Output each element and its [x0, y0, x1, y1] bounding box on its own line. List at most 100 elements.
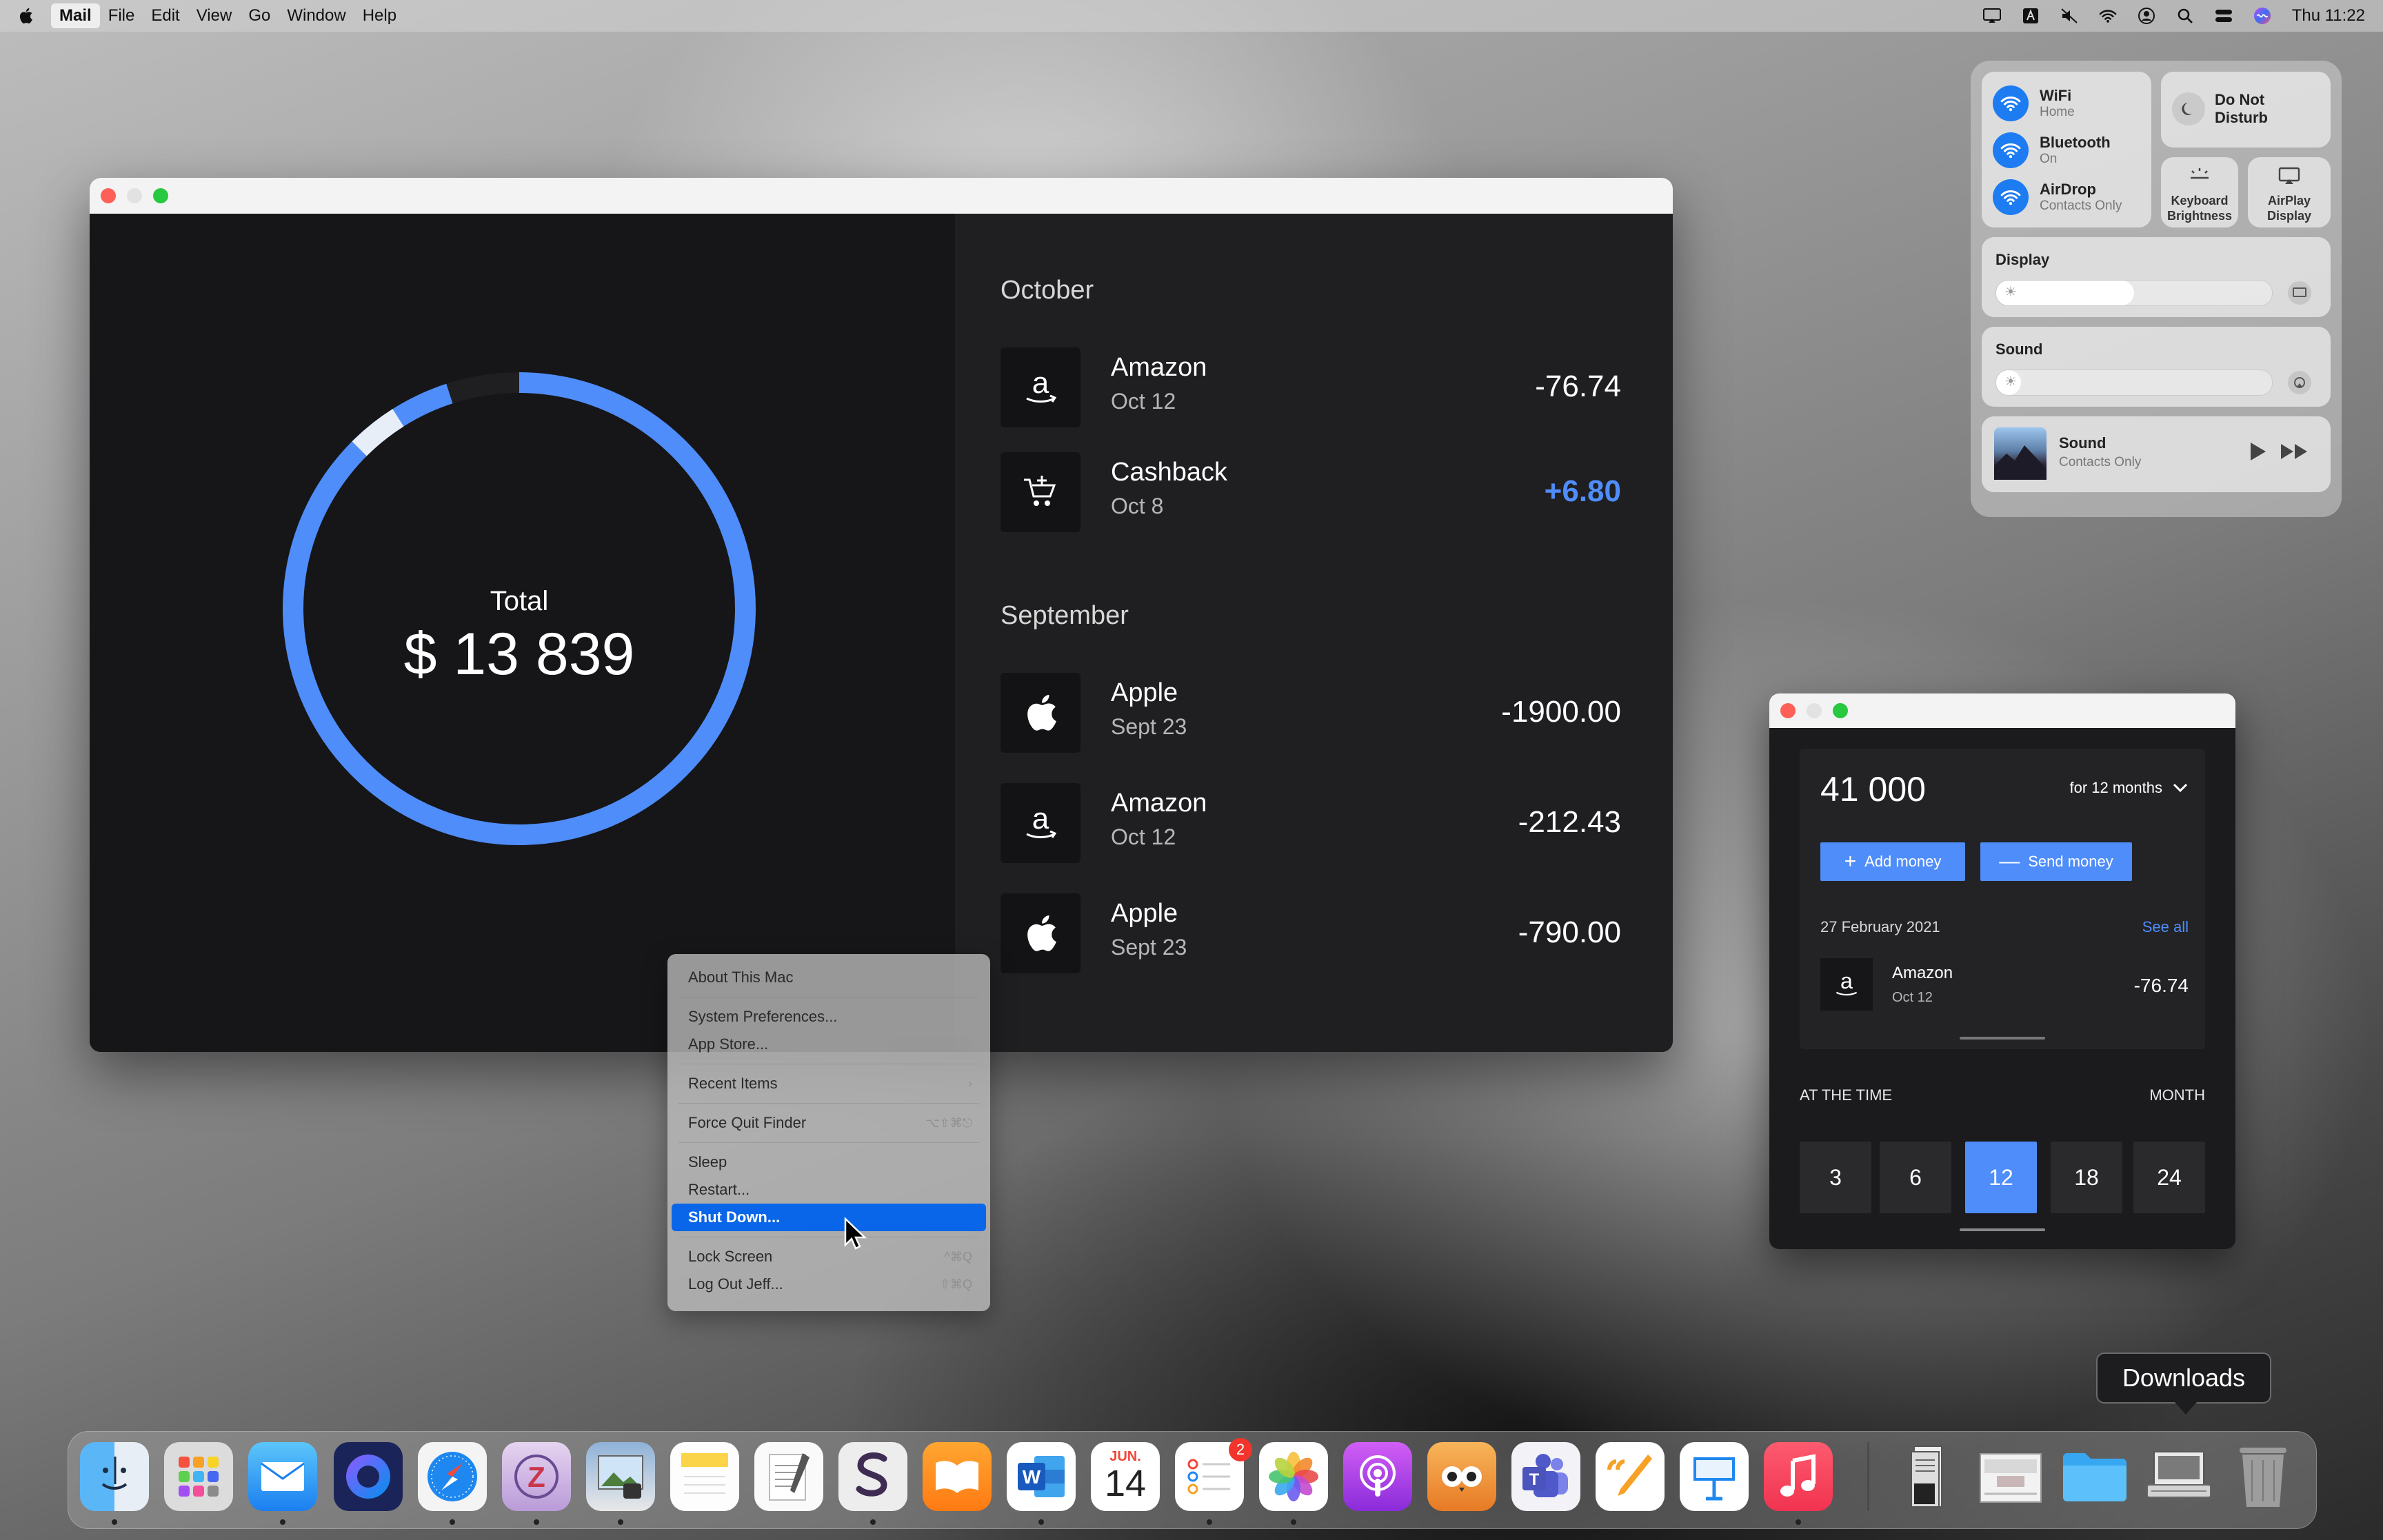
updates-pill: [889, 1037, 972, 1052]
minimize-button[interactable]: [1807, 703, 1822, 718]
months-option-6[interactable]: 6: [1880, 1142, 1951, 1213]
zotero-icon[interactable]: Z: [502, 1442, 571, 1511]
menu-item-shut-down[interactable]: Shut Down...: [672, 1204, 986, 1231]
apple-menu-icon[interactable]: [18, 7, 33, 25]
display-settings-icon[interactable]: [2288, 281, 2311, 305]
scrivener-icon[interactable]: [838, 1442, 907, 1511]
sun-icon: ☀: [2004, 285, 2017, 300]
add-money-button[interactable]: + Add money: [1820, 842, 1965, 881]
transaction-row[interactable]: Cashback Oct 8 +6.80: [1001, 452, 1621, 532]
podcasts-icon[interactable]: [1343, 1442, 1412, 1511]
clock[interactable]: Thu 11:22: [2292, 6, 2365, 26]
safari-icon[interactable]: [418, 1442, 487, 1511]
zoom-button[interactable]: [1833, 703, 1848, 718]
menu-item-system-preferences[interactable]: System Preferences...: [672, 1003, 986, 1031]
menu-view[interactable]: View: [188, 3, 241, 28]
siri-icon[interactable]: [2253, 7, 2271, 25]
photos-icon[interactable]: [1259, 1442, 1328, 1511]
widget-tx-name: Amazon: [1892, 964, 1953, 982]
mail-icon[interactable]: [248, 1442, 317, 1511]
transaction-row[interactable]: Apple Sept 23 -1900.00: [1001, 673, 1621, 753]
teams-icon[interactable]: T: [1511, 1442, 1580, 1511]
input-source-icon[interactable]: [2022, 7, 2040, 25]
books-icon[interactable]: [923, 1442, 992, 1511]
widget-tx-date: Oct 12: [1892, 990, 1933, 1005]
play-icon[interactable]: [2249, 441, 2267, 465]
keynote-icon[interactable]: [1680, 1442, 1749, 1511]
see-all-link[interactable]: See all: [2142, 918, 2189, 936]
do-not-disturb-tile[interactable]: Do Not Disturb: [2161, 72, 2331, 148]
period-select[interactable]: for 12 months: [2069, 779, 2189, 797]
close-button[interactable]: [101, 188, 116, 203]
menu-mail[interactable]: Mail: [51, 3, 100, 28]
word-icon[interactable]: W: [1007, 1442, 1076, 1511]
preview-icon[interactable]: [586, 1442, 655, 1511]
menu-item-log-out[interactable]: Log Out Jeff... ⇧⌘Q: [672, 1270, 986, 1298]
keyboard-brightness-tile[interactable]: Keyboard Brightness: [2161, 157, 2238, 227]
zoom-button[interactable]: [153, 188, 168, 203]
transaction-name: Amazon: [1111, 353, 1207, 382]
menu-item-restart[interactable]: Restart...: [672, 1176, 986, 1204]
screen-mirror-icon[interactable]: [1982, 7, 2001, 25]
months-option-3[interactable]: 3: [1800, 1142, 1871, 1213]
months-option-24[interactable]: 24: [2133, 1142, 2205, 1213]
firefox-icon[interactable]: [334, 1442, 403, 1511]
airplay-display-tile[interactable]: AirPlay Display: [2248, 157, 2331, 227]
trash-icon[interactable]: [2229, 1442, 2297, 1511]
wifi-subtitle: Home: [2040, 105, 2075, 119]
calendar-icon[interactable]: JUN. 14: [1091, 1442, 1160, 1511]
months-option-18[interactable]: 18: [2051, 1142, 2122, 1213]
bluetooth-toggle[interactable]: Bluetooth On: [1993, 132, 2111, 168]
menu-help[interactable]: Help: [354, 3, 405, 28]
svg-text:a: a: [1032, 367, 1049, 400]
transaction-name: Amazon: [1111, 789, 1207, 818]
svg-text:a: a: [1840, 969, 1853, 993]
menu-item-about[interactable]: About This Mac: [672, 964, 986, 991]
menu-item-lock-screen[interactable]: Lock Screen ^⌘Q: [672, 1243, 986, 1270]
menu-item-force-quit[interactable]: Force Quit Finder ⌥⇧⌘⎋: [672, 1109, 986, 1137]
bluetooth-subtitle: On: [2040, 152, 2058, 166]
transaction-amount: -76.74: [1535, 369, 1621, 403]
menu-item-recent-items[interactable]: Recent Items ›: [672, 1070, 986, 1097]
mute-icon[interactable]: [2060, 7, 2078, 25]
close-button[interactable]: [1780, 703, 1796, 718]
documents-stack-icon[interactable]: [1892, 1442, 1961, 1511]
transaction-row[interactable]: a Amazon Oct 12 -76.74: [1001, 347, 1621, 427]
transaction-date: Oct 12: [1111, 389, 1176, 414]
send-money-button[interactable]: — Send money: [1980, 842, 2132, 881]
pages-icon[interactable]: [1596, 1442, 1665, 1511]
finder-icon[interactable]: [80, 1442, 149, 1511]
transaction-row[interactable]: Apple Sept 23 -790.00: [1001, 893, 1621, 973]
airdrop-subtitle: Contacts Only: [2040, 199, 2122, 213]
fast-forward-icon[interactable]: [2280, 443, 2309, 464]
night-owl-icon[interactable]: [1427, 1442, 1496, 1511]
menu-item-sleep[interactable]: Sleep: [672, 1148, 986, 1176]
downloads-stack-icon[interactable]: [2144, 1442, 2213, 1511]
control-center-icon[interactable]: [2215, 7, 2233, 25]
chevron-right-icon: ›: [968, 1077, 972, 1091]
screenshots-stack-icon[interactable]: [1976, 1442, 2045, 1511]
airplay-audio-icon[interactable]: [2288, 371, 2311, 394]
menu-item-app-store[interactable]: App Store...: [672, 1031, 986, 1058]
display-brightness-slider[interactable]: ☀: [1995, 280, 2273, 306]
music-icon[interactable]: [1764, 1442, 1833, 1511]
transaction-row[interactable]: a Amazon Oct 12 -212.43: [1001, 783, 1621, 863]
keyboard-brightness-icon: [2161, 167, 2238, 184]
user-icon[interactable]: [2138, 7, 2155, 25]
wifi-icon[interactable]: [2099, 7, 2117, 25]
textedit-icon[interactable]: [754, 1442, 823, 1511]
now-playing-title: Sound: [2059, 434, 2107, 452]
months-option-12[interactable]: 12: [1965, 1142, 2037, 1213]
notes-icon[interactable]: [670, 1442, 739, 1511]
airdrop-toggle[interactable]: AirDrop Contacts Only: [1993, 179, 2122, 215]
minimize-button[interactable]: [127, 188, 142, 203]
spotlight-search-icon[interactable]: [2176, 7, 2194, 25]
launchpad-icon[interactable]: [164, 1442, 233, 1511]
menu-edit[interactable]: Edit: [143, 3, 188, 28]
folder-icon[interactable]: [2060, 1442, 2129, 1511]
menu-file[interactable]: File: [100, 3, 143, 28]
wifi-toggle[interactable]: WiFi Home: [1993, 85, 2075, 121]
menu-window[interactable]: Window: [279, 3, 354, 28]
menu-go[interactable]: Go: [240, 3, 279, 28]
volume-slider[interactable]: ☀: [1995, 369, 2273, 396]
